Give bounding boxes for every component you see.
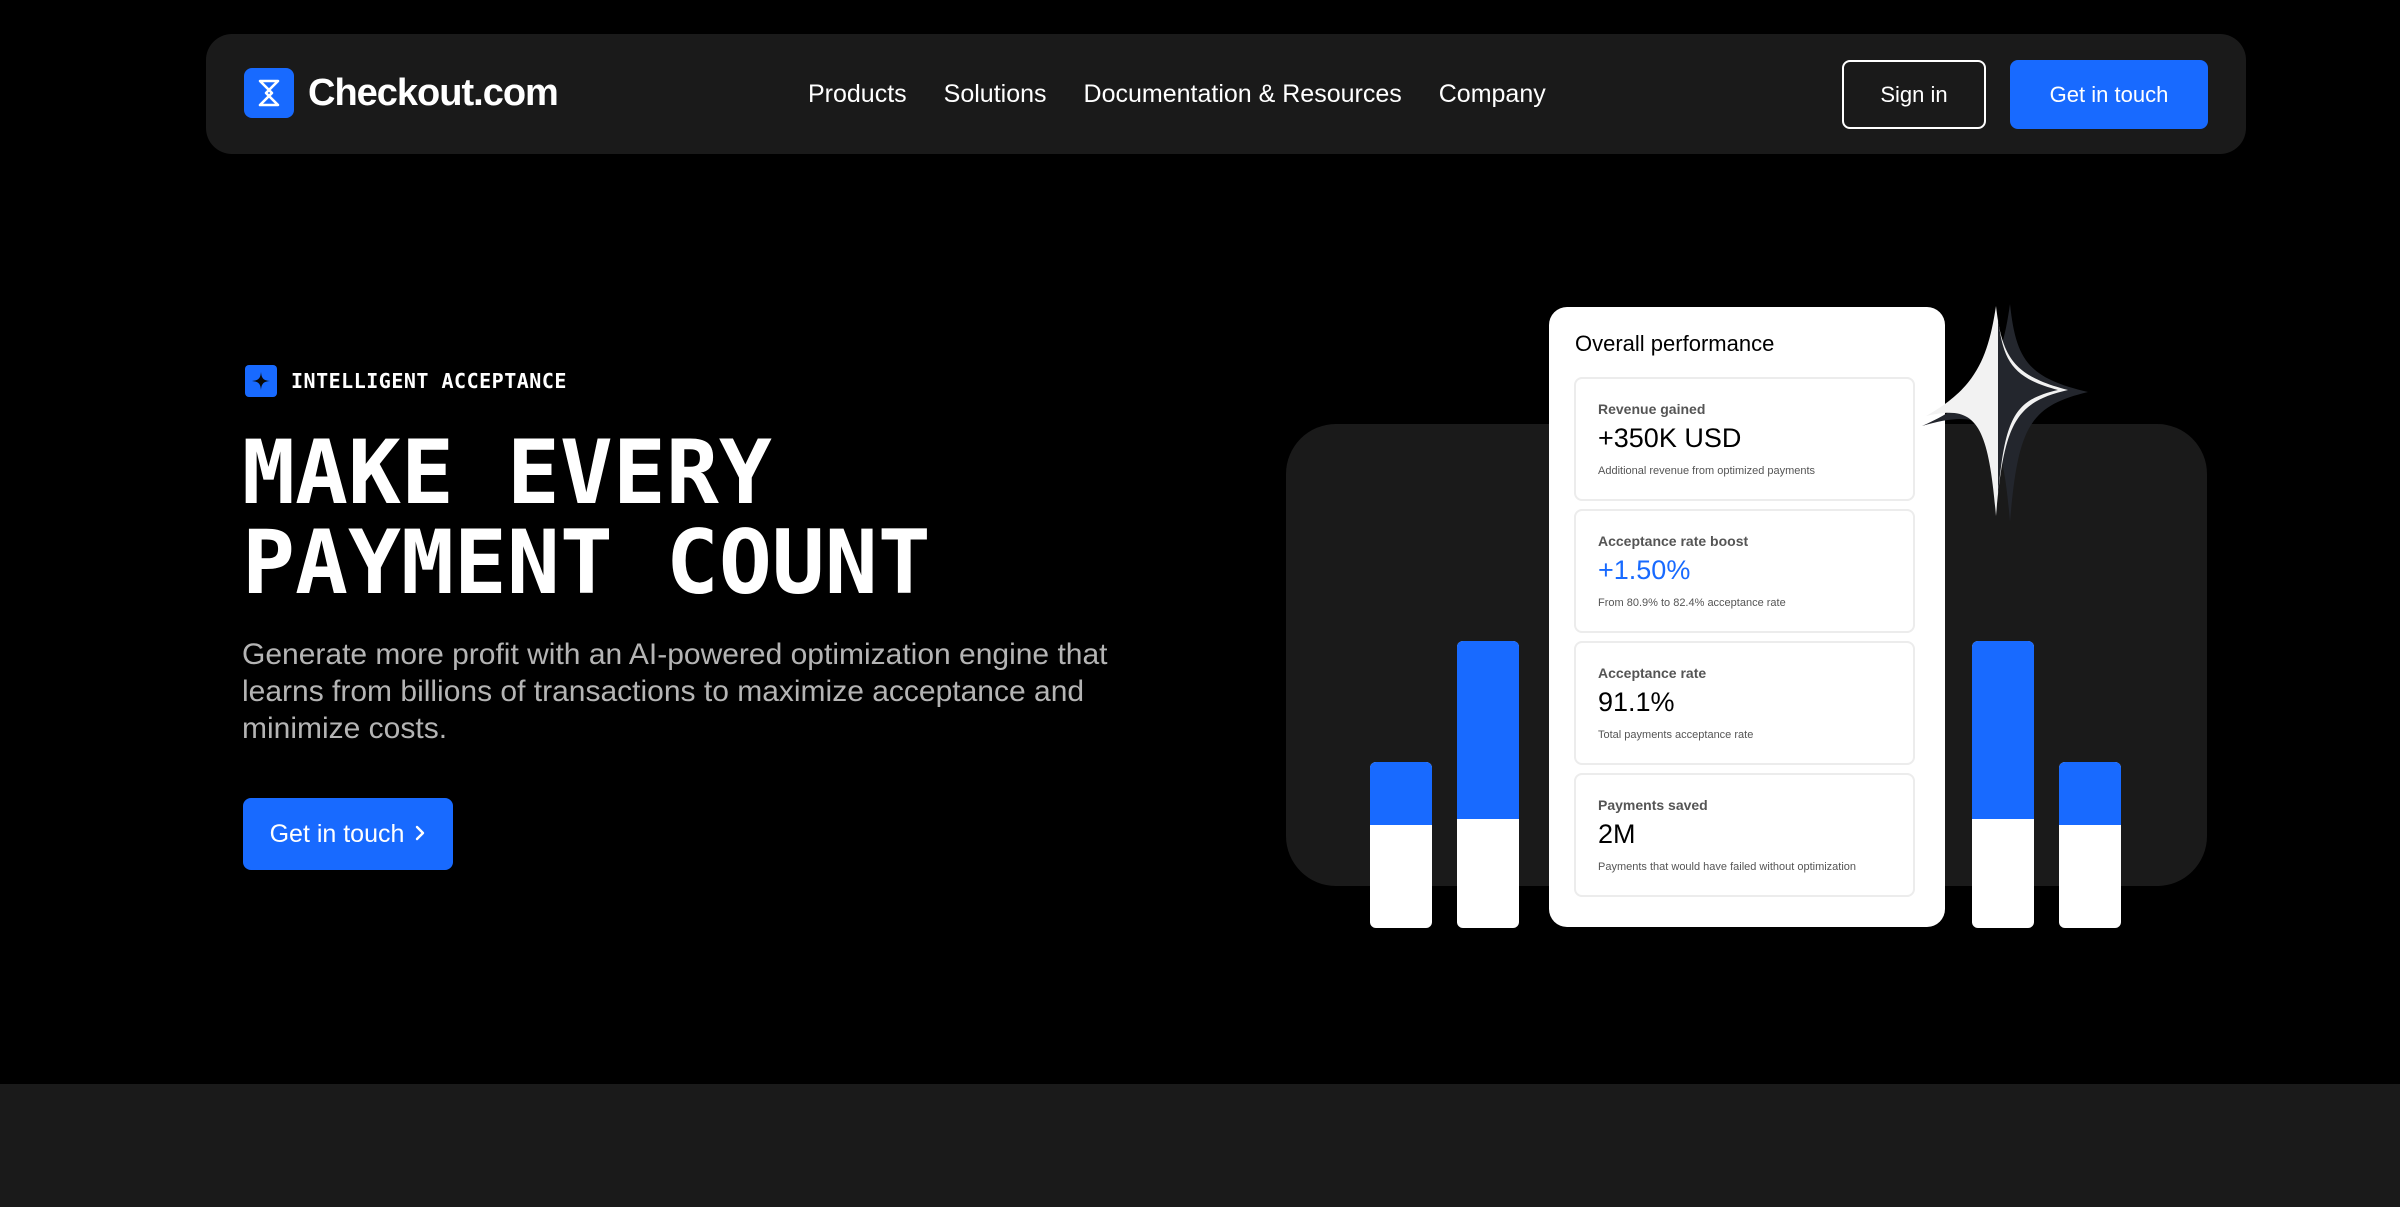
metric-description: Payments that would have failed without …: [1598, 861, 1857, 873]
metric-value: 2M: [1598, 819, 1636, 849]
metric-value: 91.1%: [1598, 687, 1675, 717]
metric-label: Acceptance rate: [1598, 665, 1707, 681]
next-section-band: [0, 1084, 2400, 1207]
bar-blue-segment: [1972, 641, 2034, 819]
nav-link-products[interactable]: Products: [808, 80, 907, 109]
metric-label: Payments saved: [1598, 797, 1708, 813]
four-point-star-icon: [1922, 304, 2088, 522]
sign-in-button[interactable]: Sign in: [1842, 60, 1986, 129]
illustration-bar: [1972, 641, 2034, 928]
metric-value: +350K USD: [1598, 423, 1742, 453]
eyebrow: INTELLIGENT ACCEPTANCE: [245, 365, 567, 397]
chevron-right-icon: [414, 820, 426, 849]
nav-link-company[interactable]: Company: [1439, 80, 1546, 109]
metric-acceptance-rate: Acceptance rate 91.1% Total payments acc…: [1574, 641, 1915, 765]
metric-acceptance-rate-boost: Acceptance rate boost +1.50% From 80.9% …: [1574, 509, 1915, 633]
metric-payments-saved: Payments saved 2M Payments that would ha…: [1574, 773, 1915, 897]
logo[interactable]: Checkout.com: [244, 68, 559, 118]
nav-link-solutions[interactable]: Solutions: [944, 80, 1047, 109]
metric-value: +1.50%: [1598, 555, 1691, 585]
logo-text: Checkout.com: [308, 71, 559, 114]
hero-cta-label: Get in touch: [269, 819, 405, 848]
illustration-bar: [2059, 762, 2121, 928]
nav-link-documentation[interactable]: Documentation & Resources: [1084, 80, 1402, 109]
bar-blue-segment: [1370, 762, 1432, 826]
metric-description: From 80.9% to 82.4% acceptance rate: [1598, 597, 1786, 609]
metric-revenue-gained: Revenue gained +350K USD Additional reve…: [1574, 377, 1915, 501]
top-nav: Checkout.com Products Solutions Document…: [206, 34, 2246, 154]
eyebrow-label: INTELLIGENT ACCEPTANCE: [291, 369, 567, 393]
primary-nav: Products Solutions Documentation & Resou…: [808, 34, 1546, 154]
metric-description: Additional revenue from optimized paymen…: [1598, 465, 1816, 477]
headline-line-1: MAKE EVERY: [242, 421, 772, 524]
hero-get-in-touch-button[interactable]: Get in touch: [243, 798, 453, 870]
hero-subtext: Generate more profit with an AI-powered …: [242, 638, 1108, 745]
bar-blue-segment: [1457, 641, 1519, 819]
hero-headline: MAKE EVERY PAYMENT COUNT: [242, 428, 931, 608]
performance-card: Overall performance Revenue gained +350K…: [1549, 307, 1945, 927]
metric-label: Acceptance rate boost: [1598, 533, 1749, 549]
illustration-bar: [1370, 762, 1432, 928]
bar-blue-segment: [2059, 762, 2121, 826]
sparkle-icon: [245, 365, 277, 397]
metric-description: Total payments acceptance rate: [1598, 729, 1754, 741]
card-title: Overall performance: [1575, 331, 1775, 356]
checkout-logo-icon: [244, 68, 294, 118]
metric-label: Revenue gained: [1598, 401, 1706, 417]
nav-get-in-touch-button[interactable]: Get in touch: [2010, 60, 2208, 129]
headline-line-2: PAYMENT COUNT: [242, 511, 931, 614]
illustration-bar: [1457, 641, 1519, 928]
